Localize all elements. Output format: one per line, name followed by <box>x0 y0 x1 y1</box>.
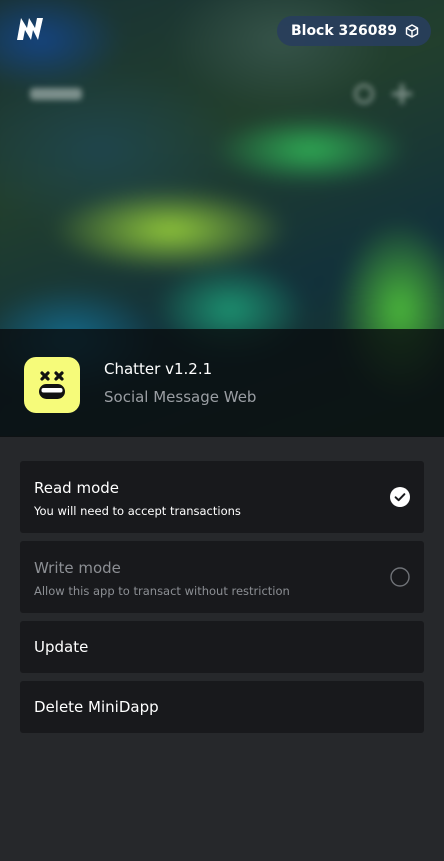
cube-icon <box>405 24 419 38</box>
option-subtitle: Allow this app to transact without restr… <box>34 584 290 598</box>
app-info-strip: Chatter v1.2.1 Social Message Web <box>0 329 444 437</box>
app-description: Social Message Web <box>104 388 257 406</box>
minima-logo-icon[interactable] <box>16 16 44 42</box>
update-button[interactable]: Update <box>20 621 424 673</box>
app-name: Chatter v1.2.1 <box>104 360 213 378</box>
block-height-badge: Block 326089 <box>276 16 431 46</box>
checked-radio-icon[interactable] <box>390 487 410 507</box>
delete-minidapp-button[interactable]: Delete MiniDapp <box>20 681 424 733</box>
read-mode-option[interactable]: Read mode You will need to accept transa… <box>20 461 424 533</box>
delete-label: Delete MiniDapp <box>34 698 159 716</box>
unchecked-radio-icon[interactable] <box>390 567 410 587</box>
app-screen: Block 326089 Chatter v1.2.1 Social Messa… <box>0 0 444 861</box>
option-title: Write mode <box>34 559 121 577</box>
write-mode-option[interactable]: Write mode Allow this app to transact wi… <box>20 541 424 613</box>
option-title: Read mode <box>34 479 119 497</box>
dizzy-face-icon <box>24 357 80 413</box>
block-label: Block 326089 <box>290 23 397 39</box>
option-subtitle: You will need to accept transactions <box>34 504 241 518</box>
update-label: Update <box>34 638 89 656</box>
permission-options: Read mode You will need to accept transa… <box>20 461 424 741</box>
blurred-app-toolbar <box>30 84 414 106</box>
